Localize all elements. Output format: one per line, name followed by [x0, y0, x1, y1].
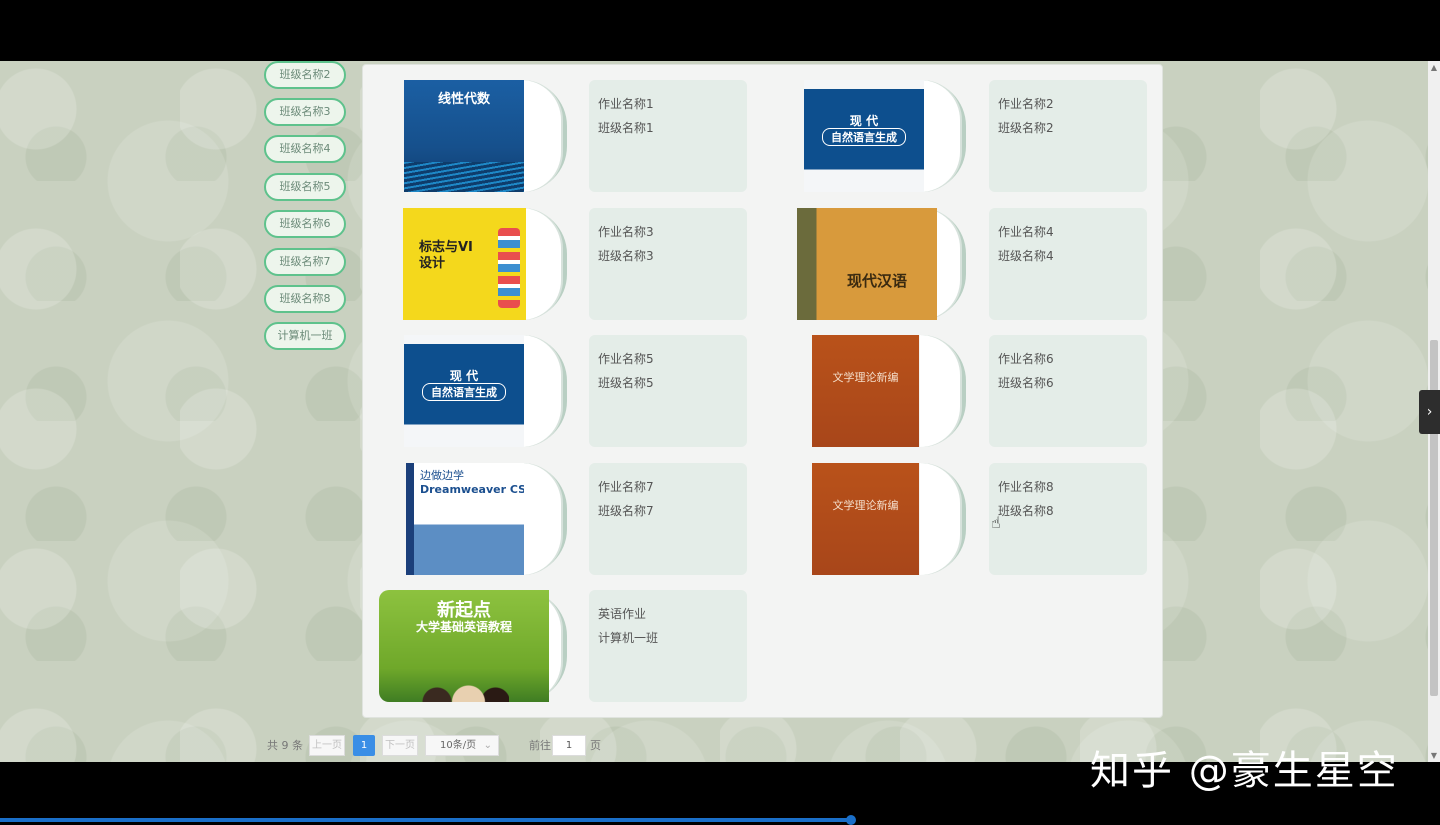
- homework-name: 作业名称5: [598, 352, 654, 366]
- cover-title: 线性代数: [437, 92, 490, 107]
- cover-icons-graphic: [498, 228, 520, 308]
- homework-name: 作业名称7: [598, 480, 654, 494]
- book-cover[interactable]: 标志与VI 设计: [403, 208, 526, 320]
- homework-name: 作业名称1: [598, 97, 654, 111]
- cover-spine: [406, 463, 414, 575]
- class-pill[interactable]: 班级名称5: [264, 173, 346, 201]
- book-cover[interactable]: 文学理论新编: [812, 335, 919, 447]
- card-info[interactable]: 作业名称1 班级名称1: [589, 80, 747, 192]
- pager-prev-button[interactable]: 上一页: [309, 735, 345, 756]
- pager-goto-input[interactable]: 1: [552, 735, 586, 756]
- book-cover[interactable]: 现 代 自然语言生成: [804, 80, 924, 192]
- card-info[interactable]: 作业名称5 班级名称5: [589, 335, 747, 447]
- video-progress-bar[interactable]: [0, 818, 852, 822]
- pager-page-unit: 页: [590, 739, 601, 752]
- cover-people-photo: [419, 666, 509, 702]
- class-pill[interactable]: 班级名称7: [264, 248, 346, 276]
- class-pill[interactable]: 班级名称8: [264, 285, 346, 313]
- cover-subtitle: 自然语言生成: [822, 128, 906, 146]
- card-info[interactable]: 作业名称4 班级名称4: [989, 208, 1147, 320]
- class-name: 计算机一班: [598, 631, 659, 645]
- card-info[interactable]: 作业名称7 班级名称7: [589, 463, 747, 575]
- cover-subtitle: 大学基础英语教程: [415, 620, 512, 634]
- pager-current-page[interactable]: 1: [353, 735, 375, 756]
- hand-pointer-cursor-icon: ☝: [991, 513, 1001, 532]
- cover-title: 现代汉语: [846, 272, 907, 290]
- chevron-right-icon: ›: [1426, 404, 1433, 420]
- side-expand-button[interactable]: ›: [1419, 390, 1440, 434]
- class-name: 班级名称8: [998, 504, 1054, 518]
- homework-name: 作业名称6: [998, 352, 1054, 366]
- pager-size-value: 10条/页: [440, 740, 477, 751]
- class-name: 班级名称5: [598, 376, 654, 390]
- cover-title: 边做边学: [420, 469, 464, 482]
- book-cover[interactable]: 文学理论新编: [812, 463, 919, 575]
- class-pill[interactable]: 班级名称6: [264, 210, 346, 238]
- chevron-down-icon: ⌄: [483, 740, 492, 751]
- book-cover[interactable]: 边做边学 Dreamweaver CS6: [406, 463, 524, 575]
- book-cover[interactable]: 新起点 大学基础英语教程: [379, 590, 549, 702]
- scroll-down-arrow-icon[interactable]: ▼: [1430, 752, 1438, 760]
- card-info[interactable]: 作业名称8 班级名称8: [989, 463, 1147, 575]
- pager-total: 共 9 条: [267, 739, 303, 752]
- class-pill[interactable]: 班级名称3: [264, 98, 346, 126]
- cover-title: 文学理论新编: [832, 499, 899, 512]
- homework-name: 作业名称2: [998, 97, 1054, 111]
- cover-title: 现 代: [449, 369, 479, 383]
- pager-size-select[interactable]: 10条/页 ⌄: [425, 735, 499, 756]
- video-top-bar: [0, 0, 1440, 61]
- homework-name: 作业名称3: [598, 225, 654, 239]
- class-pill[interactable]: 计算机一班: [264, 322, 346, 350]
- cover-wave-graphic: [404, 162, 524, 192]
- cover-title: 文学理论新编: [832, 371, 899, 384]
- cover-subtitle: 自然语言生成: [422, 383, 506, 401]
- pager-next-button[interactable]: 下一页: [382, 735, 418, 756]
- class-pill[interactable]: 班级名称2: [264, 61, 346, 89]
- card-info[interactable]: 作业名称2 班级名称2: [989, 80, 1147, 192]
- watermark-text: 知乎 @豪生星空: [1090, 748, 1399, 794]
- pager-goto-label: 前往: [529, 739, 551, 752]
- class-name: 班级名称1: [598, 121, 654, 135]
- cover-title: 现 代: [849, 114, 879, 128]
- class-name: 班级名称6: [998, 376, 1054, 390]
- class-name: 班级名称2: [998, 121, 1054, 135]
- homework-name: 作业名称8: [998, 480, 1054, 494]
- class-name: 班级名称7: [598, 504, 654, 518]
- card-info[interactable]: 作业名称6 班级名称6: [989, 335, 1147, 447]
- cover-subtitle: Dreamweaver CS6: [420, 483, 524, 496]
- card-info[interactable]: 英语作业 计算机一班: [589, 590, 747, 702]
- book-cover[interactable]: 线性代数: [404, 80, 524, 192]
- class-name: 班级名称4: [998, 249, 1054, 263]
- book-cover[interactable]: 现代汉语: [797, 208, 937, 320]
- homework-name: 英语作业: [598, 607, 647, 621]
- card-info[interactable]: 作业名称3 班级名称3: [589, 208, 747, 320]
- homework-name: 作业名称4: [998, 225, 1054, 239]
- scroll-up-arrow-icon[interactable]: ▲: [1430, 64, 1438, 72]
- book-cover[interactable]: 现 代 自然语言生成: [404, 335, 524, 447]
- class-name: 班级名称3: [598, 249, 654, 263]
- class-pill[interactable]: 班级名称4: [264, 135, 346, 163]
